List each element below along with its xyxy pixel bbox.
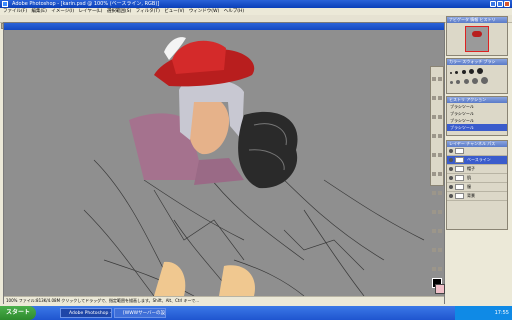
menu-select[interactable]: 選択範囲(S) [107,8,131,15]
layer-thumbnail [455,193,464,199]
magic-wand-tool-icon[interactable] [438,96,442,100]
hand-tool-icon[interactable] [432,267,436,271]
artwork [83,37,425,296]
layer-name: 背景 [467,193,475,198]
layer-thumbnail [455,175,464,181]
shape-tool-icon[interactable] [438,229,442,233]
layer-name: 服 [467,184,471,189]
eye-icon[interactable] [449,185,453,189]
history-item[interactable]: ブラシツール [447,110,507,117]
stamp-tool-icon[interactable] [432,153,436,157]
menu-edit[interactable]: 編集(E) [32,8,47,15]
gradient-tool-icon[interactable] [438,172,442,176]
move-tool-icon[interactable] [438,77,442,81]
layer-thumbnail [455,166,464,172]
pen-tool-icon[interactable] [432,229,436,233]
lasso-tool-icon[interactable] [432,96,436,100]
layer-row[interactable]: 背景 [447,192,507,201]
app-titlebar: Adobe Photoshop - [karin.psd @ 100% (ベース… [0,0,512,8]
eraser-tool-icon[interactable] [432,172,436,176]
menu-layer[interactable]: レイヤー(L) [79,8,103,15]
history-panel: ヒストリ アクション ブラシツール ブラシツール ブラシツール ブラシツール [446,96,508,136]
brush-preset[interactable] [450,72,452,74]
background-color-swatch[interactable] [435,284,445,294]
brush-preset[interactable] [471,78,478,84]
layer-name: 帽子 [467,166,475,171]
eye-icon[interactable] [449,158,453,162]
brush-tool-icon[interactable] [438,134,442,138]
slice-tool-icon[interactable] [438,115,442,119]
layer-row-selected[interactable]: ベースライン [447,156,507,165]
canvas[interactable] [4,30,444,296]
history-brush-icon[interactable] [438,153,442,157]
layer-name: ベースライン [467,157,491,162]
taskbar: スタート Adobe Photoshop - [.. [WWWサーバーの設定].… [0,306,512,320]
layer-row[interactable]: 帽子 [447,165,507,174]
brush-preset[interactable] [481,77,489,84]
crop-tool-icon[interactable] [432,115,436,119]
notes-tool-icon[interactable] [432,248,436,252]
brush-preset[interactable] [450,81,453,84]
layer-row[interactable]: 服 [447,183,507,192]
clock: 17:55 [494,310,509,316]
layer-row[interactable] [447,147,507,156]
brush-preset[interactable] [468,69,474,74]
status-bar: 100% ファイル:813K/4.08M クリックしてドラッグで、指定範囲を描画… [4,296,444,304]
eyedropper-tool-icon[interactable] [438,248,442,252]
navigator-panel: ナビゲータ 情報 ヒストリ [446,16,508,56]
window-title: Adobe Photoshop - [karin.psd @ 100% (ベース… [12,1,160,7]
menu-view[interactable]: ビュー(V) [164,8,184,15]
navigator-preview[interactable] [465,26,489,52]
minimize-button[interactable] [490,1,496,7]
toolbox [430,66,445,294]
history-item-current[interactable]: ブラシツール [447,124,507,131]
history-item[interactable]: ブラシツール [447,103,507,110]
layer-thumbnail [455,148,464,154]
menu-file[interactable]: ファイル(F) [3,8,27,15]
taskbar-item-photoshop[interactable]: Adobe Photoshop - [.. [60,308,112,318]
marquee-tool-icon[interactable] [432,77,436,81]
layers-panel: レイヤー チャンネル パス ベースライン 帽子 肌 服 背景 [446,140,508,230]
maximize-button[interactable] [497,1,503,7]
eye-icon[interactable] [449,176,453,180]
brush-preset[interactable] [461,70,466,74]
layer-name: 肌 [467,175,471,180]
type-tool-icon[interactable] [438,210,442,214]
brush-preset[interactable] [455,71,459,74]
brush-preset[interactable] [477,68,484,74]
menu-image[interactable]: イメージ(I) [51,8,74,15]
menu-help[interactable]: ヘルプ(H) [224,8,244,15]
document-window: 100% ファイル:813K/4.08M クリックしてドラッグで、指定範囲を描画… [3,22,445,304]
history-item[interactable]: ブラシツール [447,117,507,124]
close-button[interactable] [504,1,510,7]
menu-filter[interactable]: フィルタ(T) [136,8,160,15]
eye-icon[interactable] [449,167,453,171]
menu-window[interactable]: ウィンドウ(W) [189,8,219,15]
healing-tool-icon[interactable] [432,134,436,138]
layer-row[interactable]: 肌 [447,174,507,183]
path-tool-icon[interactable] [432,210,436,214]
zoom-tool-icon[interactable] [438,267,442,271]
eye-icon[interactable] [449,149,453,153]
dodge-tool-icon[interactable] [438,191,442,195]
status-text: 100% ファイル:813K/4.08M クリックしてドラッグで、指定範囲を描画… [6,298,200,303]
blur-tool-icon[interactable] [432,191,436,195]
navigator-panel-tabs[interactable]: ナビゲータ 情報 ヒストリ [447,17,507,23]
brushes-panel: カラー スウォッチ ブラシ [446,58,508,94]
brush-preset[interactable] [456,80,461,84]
document-titlebar [4,23,444,30]
brush-preset[interactable] [463,79,469,84]
photoshop-app-icon [2,1,8,7]
eye-icon[interactable] [449,194,453,198]
layer-thumbnail [455,184,464,190]
start-button[interactable]: スタート [0,306,36,320]
taskbar-item-window[interactable]: [WWWサーバーの設定]... [114,308,166,318]
system-tray: 17:55 [455,306,512,320]
layer-thumbnail [455,157,464,163]
